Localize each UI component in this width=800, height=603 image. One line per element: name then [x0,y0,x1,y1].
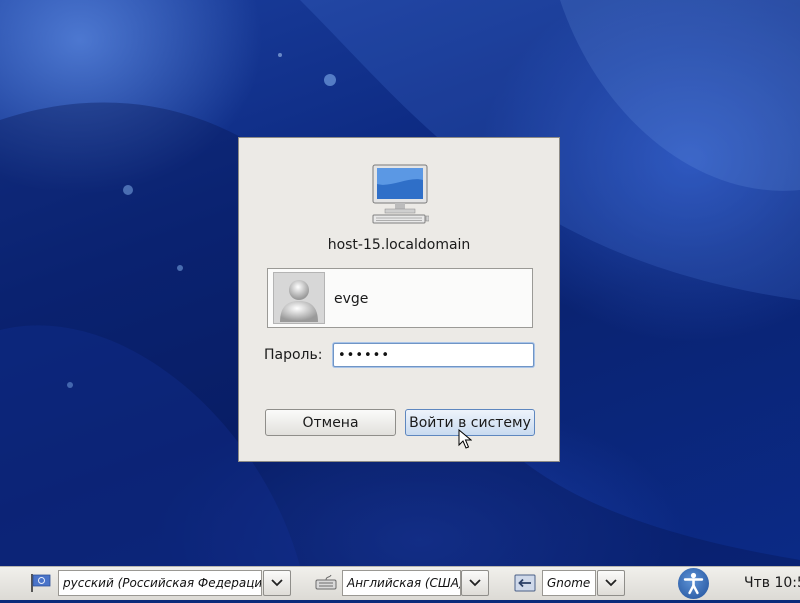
cancel-button[interactable]: Отмена [265,409,396,436]
user-name: evge [334,291,369,307]
avatar-icon [273,272,325,324]
chevron-down-icon [271,579,283,587]
password-label: Пароль: [264,347,323,363]
clock: Чтв 10:5 [744,575,800,591]
flag-icon [31,574,51,592]
password-input[interactable] [333,343,534,367]
session-combo[interactable]: Gnome [542,570,596,596]
hostname-label: host-15.localdomain [327,237,471,253]
language-combo[interactable]: русский (Российская Федерация) [58,570,262,596]
keyboard-icon [315,574,337,590]
keyboard-layout-combo[interactable]: Английская (США) [342,570,461,596]
computer-icon [372,164,429,224]
session-dropdown-button[interactable] [597,570,625,596]
user-list[interactable]: evge [267,268,533,328]
accessibility-icon[interactable] [678,568,709,599]
chevron-down-icon [469,579,481,587]
bottom-panel: русский (Российская Федерация) Английска… [0,566,800,600]
language-dropdown-button[interactable] [263,570,291,596]
chevron-down-icon [605,579,617,587]
mouse-pointer-icon [458,429,472,449]
session-icon [514,574,536,592]
keyboard-dropdown-button[interactable] [461,570,489,596]
login-dialog: host-15.localdomain evge Пароль: Отмена … [238,137,560,462]
